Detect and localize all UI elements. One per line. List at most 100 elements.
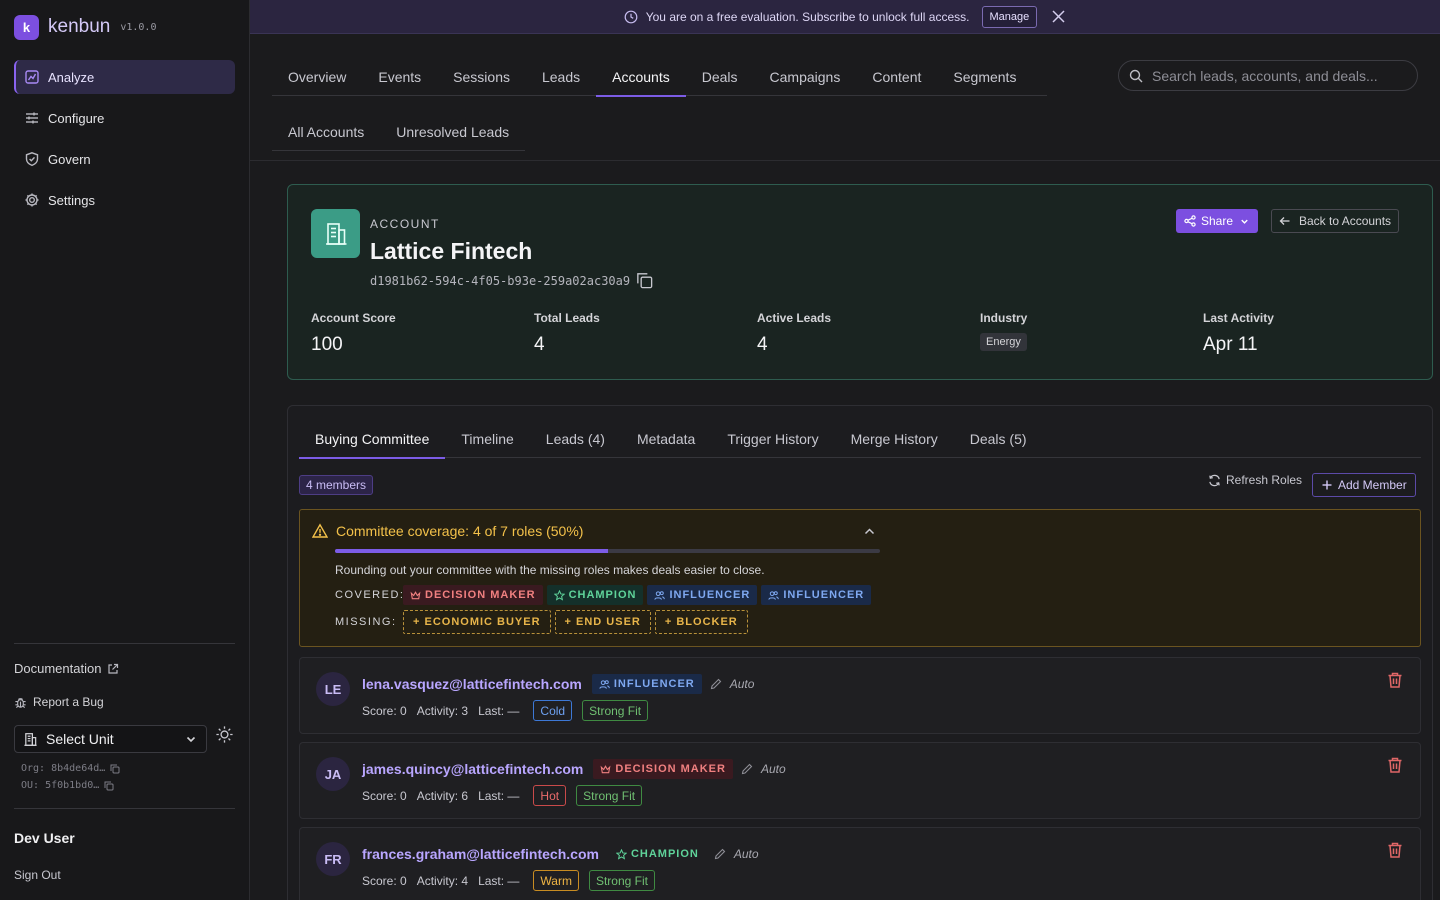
member-activity: Activity: 4 xyxy=(416,873,469,888)
tab-deals[interactable]: Deals xyxy=(686,58,754,96)
sign-out-link[interactable]: Sign Out xyxy=(14,868,61,882)
users-icon xyxy=(768,590,780,601)
org-id-text: Org: 8b4de64d… xyxy=(21,763,106,774)
member-activity: Activity: 6 xyxy=(416,788,469,803)
edit-role-pencil-icon[interactable] xyxy=(714,848,726,860)
member-email-link[interactable]: frances.graham@latticefintech.com xyxy=(362,846,599,862)
crown-icon xyxy=(410,590,421,601)
coverage-progress-fill xyxy=(335,549,608,553)
role-badge-decision-maker: DECISION MAKER xyxy=(403,585,543,605)
copy-icon[interactable] xyxy=(104,781,114,791)
add-member-button[interactable]: Add Member xyxy=(1312,473,1416,497)
stat-label: Account Score xyxy=(311,311,396,325)
delete-member-trash-icon[interactable] xyxy=(1386,841,1404,859)
role-badge-champion: CHAMPION xyxy=(546,585,644,605)
tab-merge-history[interactable]: Merge History xyxy=(835,420,954,458)
member-last: Last: — xyxy=(478,873,520,888)
search-input[interactable] xyxy=(1152,67,1402,84)
tab-all-accounts[interactable]: All Accounts xyxy=(272,113,380,151)
tab-sessions[interactable]: Sessions xyxy=(437,58,526,96)
global-search xyxy=(1118,60,1418,91)
brand[interactable]: k kenbun v1.0.0 xyxy=(14,14,156,40)
member-email-link[interactable]: lena.vasquez@latticefintech.com xyxy=(362,676,582,692)
missing-role-blocker[interactable]: + BLOCKER xyxy=(654,610,748,634)
documentation-link[interactable]: Documentation xyxy=(14,661,119,676)
account-detail-card: Buying Committee Timeline Leads (4) Meta… xyxy=(287,405,1433,900)
member-last: Last: — xyxy=(478,788,520,803)
tab-deals-count[interactable]: Deals (5) xyxy=(954,420,1043,458)
account-kicker: ACCOUNT xyxy=(370,217,440,231)
documentation-label: Documentation xyxy=(14,661,102,676)
sidebar-item-label: Govern xyxy=(48,151,91,167)
back-to-accounts-button[interactable]: Back to Accounts xyxy=(1271,209,1400,233)
tab-accounts[interactable]: Accounts xyxy=(596,58,686,97)
stat-label: Industry xyxy=(980,311,1028,325)
member-email-link[interactable]: james.quincy@latticefintech.com xyxy=(362,761,583,777)
tab-timeline[interactable]: Timeline xyxy=(445,420,529,458)
stat-active-leads: Active Leads 4 xyxy=(757,311,831,356)
tab-campaigns[interactable]: Campaigns xyxy=(754,58,857,96)
sidebar: k kenbun v1.0.0 Analyze Configure Govern xyxy=(0,0,250,900)
stat-value: 4 xyxy=(534,334,545,355)
sidebar-item-label: Analyze xyxy=(48,69,95,85)
report-bug-link[interactable]: Report a Bug xyxy=(14,695,104,709)
plus-icon xyxy=(1321,479,1333,491)
users-icon xyxy=(654,590,666,601)
close-icon[interactable] xyxy=(1051,9,1066,24)
evaluation-banner: You are on a free evaluation. Subscribe … xyxy=(250,0,1440,34)
missing-role-economic-buyer[interactable]: + ECONOMIC BUYER xyxy=(403,610,551,634)
edit-role-pencil-icon[interactable] xyxy=(741,763,753,775)
refresh-roles-button[interactable]: Refresh Roles xyxy=(1208,473,1302,487)
tab-segments[interactable]: Segments xyxy=(937,58,1032,96)
detail-tabs: Buying Committee Timeline Leads (4) Meta… xyxy=(299,420,1421,459)
member-score: Score: 0 xyxy=(362,788,407,803)
coverage-header[interactable]: Committee coverage: 4 of 7 roles (50%) xyxy=(312,523,583,539)
copy-icon[interactable] xyxy=(110,764,120,774)
users-icon xyxy=(599,679,610,690)
delete-member-trash-icon[interactable] xyxy=(1386,671,1404,689)
tab-metadata[interactable]: Metadata xyxy=(621,420,711,458)
ou-id-text: OU: 5f0b1bd0… xyxy=(21,780,100,791)
ou-id: OU: 5f0b1bd0… xyxy=(21,780,114,791)
user-name: Dev User xyxy=(14,830,75,846)
theme-toggle-sun-icon[interactable] xyxy=(215,725,234,744)
share-button[interactable]: Share xyxy=(1176,209,1259,233)
coverage-title: Committee coverage: 4 of 7 roles (50%) xyxy=(336,523,584,539)
manage-button[interactable]: Manage xyxy=(981,5,1038,28)
add-member-label: Add Member xyxy=(1338,478,1407,492)
sidebar-item-configure[interactable]: Configure xyxy=(14,101,235,135)
back-label: Back to Accounts xyxy=(1299,214,1392,228)
tab-trigger-history[interactable]: Trigger History xyxy=(711,420,834,458)
tab-content[interactable]: Content xyxy=(856,58,937,96)
account-id-text: d1981b62-594c-4f05-b93e-259a02ac30a9 xyxy=(370,273,631,288)
committee-member-row: FR frances.graham@latticefintech.com CHA… xyxy=(299,827,1421,900)
missing-role-end-user[interactable]: + END USER xyxy=(554,610,651,634)
tab-unresolved-leads[interactable]: Unresolved Leads xyxy=(380,113,525,151)
brand-name: kenbun xyxy=(48,16,111,37)
sidebar-item-analyze[interactable]: Analyze xyxy=(14,60,235,94)
sidebar-item-govern[interactable]: Govern xyxy=(14,142,235,176)
tab-leads-count[interactable]: Leads (4) xyxy=(530,420,621,458)
chevron-up-icon[interactable] xyxy=(862,524,877,539)
stat-label: Last Activity xyxy=(1203,311,1274,325)
unit-select[interactable]: Select Unit xyxy=(14,725,207,753)
external-link-icon xyxy=(107,663,119,675)
delete-member-trash-icon[interactable] xyxy=(1386,756,1404,774)
tab-buying-committee[interactable]: Buying Committee xyxy=(299,420,446,459)
tab-leads[interactable]: Leads xyxy=(526,58,596,96)
edit-role-pencil-icon[interactable] xyxy=(710,678,722,690)
tab-events[interactable]: Events xyxy=(362,58,437,96)
role-source-auto: Auto xyxy=(729,677,755,691)
sidebar-item-settings[interactable]: Settings xyxy=(14,183,235,217)
arrow-left-icon xyxy=(1279,215,1291,227)
member-score: Score: 0 xyxy=(362,703,407,718)
sidebar-divider xyxy=(14,808,235,809)
members-count-badge: 4 members xyxy=(299,475,374,495)
crown-icon xyxy=(600,764,611,775)
tab-overview[interactable]: Overview xyxy=(272,58,362,96)
sidebar-nav: Analyze Configure Govern Settings xyxy=(14,60,235,224)
copy-icon[interactable] xyxy=(635,271,654,290)
share-icon xyxy=(1184,215,1196,227)
account-name: Lattice Fintech xyxy=(370,238,533,264)
main-nav-tabs: Overview Events Sessions Leads Accounts … xyxy=(272,58,1047,97)
